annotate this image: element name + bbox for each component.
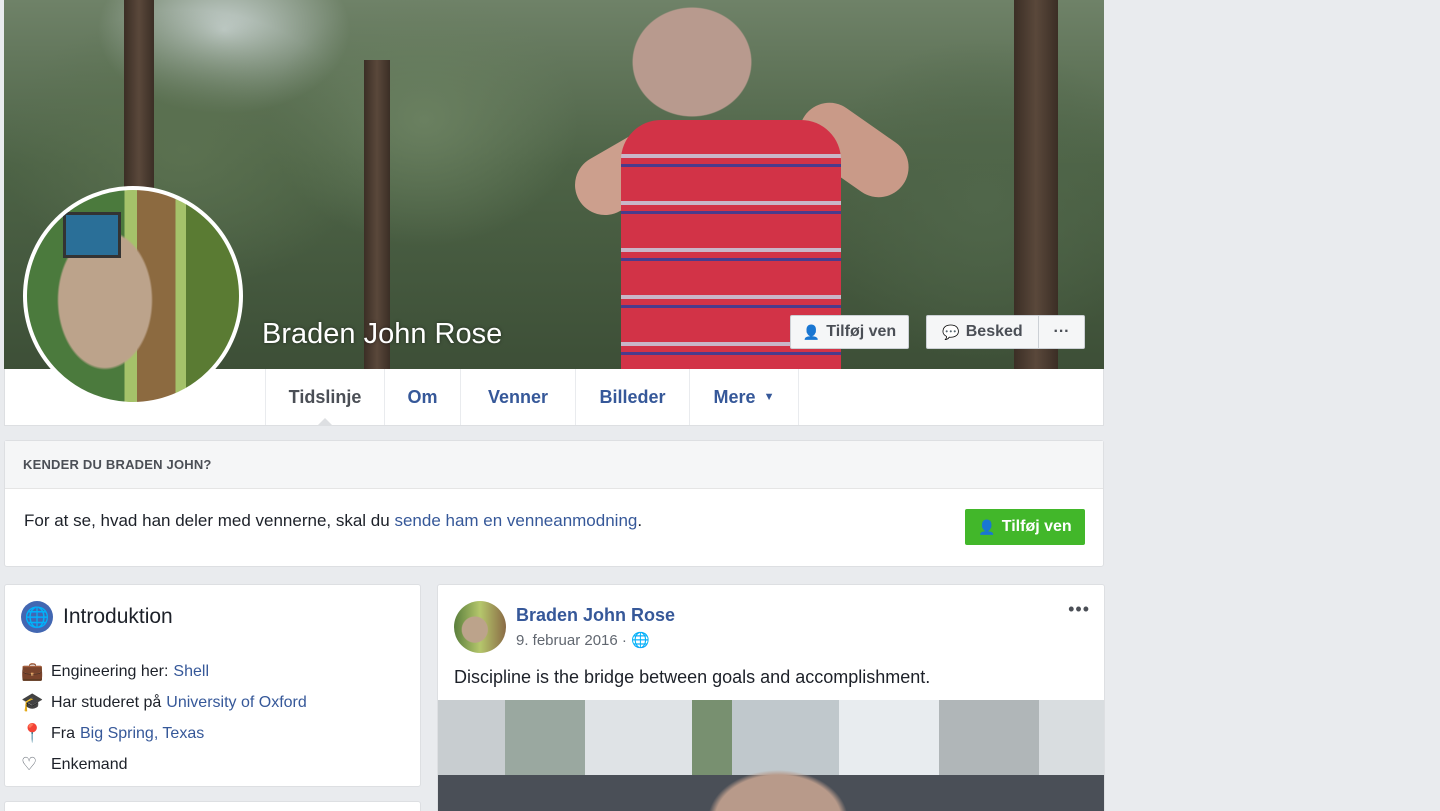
- tab-photos[interactable]: Billeder: [575, 369, 689, 425]
- caret-down-icon: ▼: [763, 391, 775, 403]
- tv-screen: [63, 212, 121, 258]
- tab-friends[interactable]: Venner: [460, 369, 575, 425]
- next-card: [4, 801, 421, 811]
- message-button[interactable]: 💬 Besked: [926, 315, 1038, 349]
- tab-more-label: Mere: [713, 386, 756, 407]
- post-photo[interactable]: [438, 700, 1104, 811]
- post-date[interactable]: 9. februar 2016 ·: [516, 632, 627, 649]
- education-link[interactable]: University of Oxford: [166, 694, 306, 712]
- add-friend-icon: 👤: [802, 323, 821, 340]
- heart-icon: ♡: [21, 754, 38, 774]
- add-friend-green-button[interactable]: 👤 Tilføj ven: [965, 509, 1085, 545]
- prompt-heading: KENDER DU BRADEN JOHN?: [5, 441, 1103, 489]
- tab-about[interactable]: Om: [384, 369, 460, 425]
- work-link[interactable]: Shell: [173, 663, 209, 681]
- location-pin-icon: 📍: [21, 723, 44, 743]
- post-text: Discipline is the bridge between goals a…: [454, 667, 931, 687]
- add-friend-label: Tilføj ven: [826, 323, 897, 340]
- post-avatar[interactable]: [454, 601, 506, 653]
- message-label: Besked: [965, 323, 1023, 340]
- friend-request-prompt: KENDER DU BRADEN JOHN? For at se, hvad h…: [4, 440, 1104, 567]
- messenger-icon: 💬: [942, 323, 960, 340]
- friend-request-link[interactable]: sende ham en venneanmodning: [394, 511, 637, 530]
- post-meta: 9. februar 2016 · 🌐: [516, 631, 650, 649]
- intro-item-relationship: ♡ Enkemand: [21, 754, 128, 774]
- public-globe-icon: 🌐: [631, 632, 650, 649]
- intro-card: 🌐 Introduktion 💼 Engineering her: Shell …: [4, 584, 421, 787]
- prompt-text: For at se, hvad han deler med vennerne, …: [24, 511, 643, 530]
- hometown-link[interactable]: Big Spring, Texas: [80, 725, 204, 743]
- profile-picture[interactable]: [23, 186, 243, 406]
- more-options-button[interactable]: ···: [1038, 315, 1085, 349]
- intro-item-education: 🎓 Har studeret på University of Oxford: [21, 692, 307, 712]
- add-friend-icon: 👤: [978, 518, 996, 535]
- add-friend-button[interactable]: 👤 Tilføj ven: [790, 315, 909, 349]
- tab-timeline[interactable]: Tidslinje: [265, 369, 384, 426]
- intro-title: Introduktion: [63, 605, 173, 628]
- add-friend-green-label: Tilføj ven: [1001, 518, 1072, 535]
- profile-name[interactable]: Braden John Rose: [262, 318, 502, 351]
- post-author[interactable]: Braden John Rose: [516, 605, 675, 626]
- more-dots-icon: ···: [1053, 323, 1070, 340]
- briefcase-icon: 💼: [21, 661, 44, 681]
- globe-icon: 🌐: [21, 601, 53, 633]
- intro-item-work: 💼 Engineering her: Shell: [21, 661, 209, 681]
- intro-item-hometown: 📍 Fra Big Spring, Texas: [21, 723, 205, 743]
- graduation-cap-icon: 🎓: [21, 692, 44, 712]
- intro-list: 💼 Engineering her: Shell 🎓 Har studeret …: [21, 656, 307, 780]
- tab-more[interactable]: Mere ▼: [689, 369, 799, 425]
- tree-trunk: [1014, 0, 1058, 369]
- nav-tabs: Tidslinje Om Venner Billeder Mere ▼: [265, 369, 799, 426]
- post-options-icon[interactable]: •••: [1068, 599, 1090, 620]
- timeline-post: Braden John Rose 9. februar 2016 · 🌐 •••…: [437, 584, 1105, 811]
